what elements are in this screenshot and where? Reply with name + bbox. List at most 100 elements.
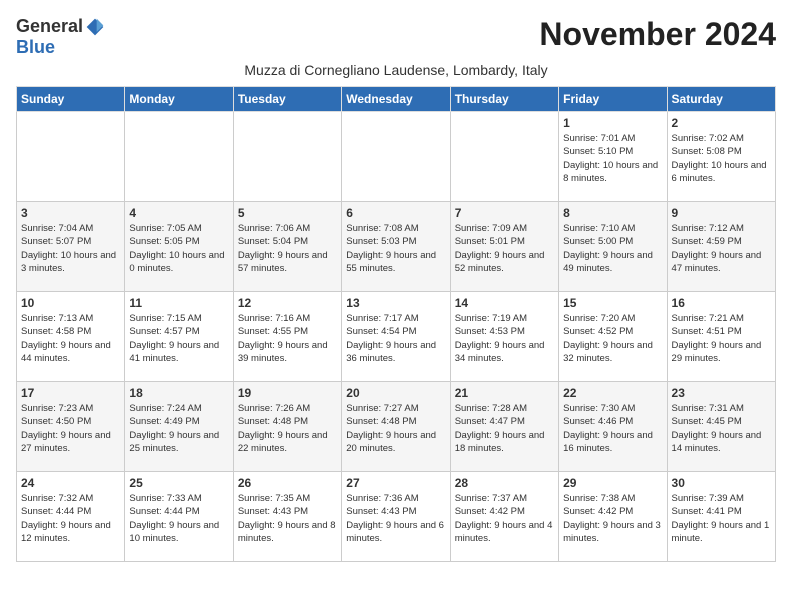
day-number: 12	[238, 296, 337, 310]
day-number: 5	[238, 206, 337, 220]
calendar-cell	[125, 112, 233, 202]
day-info: Sunrise: 7:31 AM Sunset: 4:45 PM Dayligh…	[672, 402, 771, 455]
day-number: 24	[21, 476, 120, 490]
header: General Blue November 2024	[16, 16, 776, 58]
calendar-cell: 13 Sunrise: 7:17 AM Sunset: 4:54 PM Dayli…	[342, 292, 450, 382]
calendar-cell: 25Sunrise: 7:33 AM Sunset: 4:44 PM Dayli…	[125, 472, 233, 562]
day-info: Sunrise: 7:39 AM Sunset: 4:41 PM Dayligh…	[672, 492, 771, 545]
calendar-cell: 5 Sunrise: 7:06 AM Sunset: 5:04 PM Daylig…	[233, 202, 341, 292]
calendar-week-5: 24 Sunrise: 7:32 AM Sunset: 4:44 PM Dayli…	[17, 472, 776, 562]
calendar-cell: 8 Sunrise: 7:10 AM Sunset: 5:00 PM Daylig…	[559, 202, 667, 292]
day-number: 16	[672, 296, 771, 310]
day-info: Sunrise: 7:35 AM Sunset: 4:43 PM Dayligh…	[238, 492, 337, 545]
calendar-cell: 15Sunrise: 7:20 AM Sunset: 4:52 PM Dayli…	[559, 292, 667, 382]
day-number: 2	[672, 116, 771, 130]
day-number: 7	[455, 206, 554, 220]
day-header-sunday: Sunday	[17, 87, 125, 112]
month-title: November 2024	[539, 16, 776, 53]
day-header-saturday: Saturday	[667, 87, 775, 112]
calendar-cell: 19 Sunrise: 7:26 AM Sunset: 4:48 PM Dayli…	[233, 382, 341, 472]
day-info: Sunrise: 7:37 AM Sunset: 4:42 PM Dayligh…	[455, 492, 554, 545]
day-info: Sunrise: 7:13 AM Sunset: 4:58 PM Dayligh…	[21, 312, 120, 365]
calendar-cell: 2Sunrise: 7:02 AM Sunset: 5:08 PM Daylig…	[667, 112, 775, 202]
day-info: Sunrise: 7:27 AM Sunset: 4:48 PM Dayligh…	[346, 402, 445, 455]
day-number: 29	[563, 476, 662, 490]
calendar-cell: 29 Sunrise: 7:38 AM Sunset: 4:42 PM Dayli…	[559, 472, 667, 562]
day-info: Sunrise: 7:33 AM Sunset: 4:44 PM Dayligh…	[129, 492, 228, 545]
day-info: Sunrise: 7:24 AM Sunset: 4:49 PM Dayligh…	[129, 402, 228, 455]
day-number: 9	[672, 206, 771, 220]
day-header-tuesday: Tuesday	[233, 87, 341, 112]
day-number: 27	[346, 476, 445, 490]
day-info: Sunrise: 7:38 AM Sunset: 4:42 PM Dayligh…	[563, 492, 662, 545]
day-info: Sunrise: 7:30 AM Sunset: 4:46 PM Dayligh…	[563, 402, 662, 455]
calendar-cell: 10 Sunrise: 7:13 AM Sunset: 4:58 PM Dayli…	[17, 292, 125, 382]
calendar-cell	[17, 112, 125, 202]
day-number: 21	[455, 386, 554, 400]
calendar-cell: 1 Sunrise: 7:01 AM Sunset: 5:10 PM Daylig…	[559, 112, 667, 202]
calendar-cell: 24 Sunrise: 7:32 AM Sunset: 4:44 PM Dayli…	[17, 472, 125, 562]
calendar-cell: 22Sunrise: 7:30 AM Sunset: 4:46 PM Dayli…	[559, 382, 667, 472]
calendar-cell: 28 Sunrise: 7:37 AM Sunset: 4:42 PM Dayli…	[450, 472, 558, 562]
day-number: 13	[346, 296, 445, 310]
day-info: Sunrise: 7:06 AM Sunset: 5:04 PM Dayligh…	[238, 222, 337, 275]
logo-blue: Blue	[16, 37, 55, 58]
day-info: Sunrise: 7:19 AM Sunset: 4:53 PM Dayligh…	[455, 312, 554, 365]
day-number: 28	[455, 476, 554, 490]
calendar-cell	[233, 112, 341, 202]
day-header-monday: Monday	[125, 87, 233, 112]
logo-icon	[85, 17, 105, 37]
day-header-thursday: Thursday	[450, 87, 558, 112]
calendar-cell	[450, 112, 558, 202]
calendar-cell: 16 Sunrise: 7:21 AM Sunset: 4:51 PM Dayli…	[667, 292, 775, 382]
day-number: 30	[672, 476, 771, 490]
day-info: Sunrise: 7:32 AM Sunset: 4:44 PM Dayligh…	[21, 492, 120, 545]
calendar-table: SundayMondayTuesdayWednesdayThursdayFrid…	[16, 86, 776, 562]
calendar-cell: 6Sunrise: 7:08 AM Sunset: 5:03 PM Daylig…	[342, 202, 450, 292]
calendar-cell: 30 Sunrise: 7:39 AM Sunset: 4:41 PM Dayli…	[667, 472, 775, 562]
day-number: 3	[21, 206, 120, 220]
day-info: Sunrise: 7:08 AM Sunset: 5:03 PM Dayligh…	[346, 222, 445, 275]
day-number: 1	[563, 116, 662, 130]
calendar-cell: 21Sunrise: 7:28 AM Sunset: 4:47 PM Dayli…	[450, 382, 558, 472]
day-info: Sunrise: 7:10 AM Sunset: 5:00 PM Dayligh…	[563, 222, 662, 275]
calendar-cell: 3Sunrise: 7:04 AM Sunset: 5:07 PM Daylig…	[17, 202, 125, 292]
day-number: 23	[672, 386, 771, 400]
day-number: 10	[21, 296, 120, 310]
day-number: 20	[346, 386, 445, 400]
day-info: Sunrise: 7:23 AM Sunset: 4:50 PM Dayligh…	[21, 402, 120, 455]
calendar-week-2: 3Sunrise: 7:04 AM Sunset: 5:07 PM Daylig…	[17, 202, 776, 292]
calendar-cell: 14 Sunrise: 7:19 AM Sunset: 4:53 PM Dayli…	[450, 292, 558, 382]
day-header-wednesday: Wednesday	[342, 87, 450, 112]
calendar-cell: 7 Sunrise: 7:09 AM Sunset: 5:01 PM Daylig…	[450, 202, 558, 292]
day-number: 19	[238, 386, 337, 400]
calendar-cell: 4 Sunrise: 7:05 AM Sunset: 5:05 PM Daylig…	[125, 202, 233, 292]
calendar-week-4: 17 Sunrise: 7:23 AM Sunset: 4:50 PM Dayli…	[17, 382, 776, 472]
day-info: Sunrise: 7:01 AM Sunset: 5:10 PM Dayligh…	[563, 132, 662, 185]
calendar-cell: 23 Sunrise: 7:31 AM Sunset: 4:45 PM Dayli…	[667, 382, 775, 472]
day-info: Sunrise: 7:09 AM Sunset: 5:01 PM Dayligh…	[455, 222, 554, 275]
day-number: 15	[563, 296, 662, 310]
day-number: 8	[563, 206, 662, 220]
day-info: Sunrise: 7:05 AM Sunset: 5:05 PM Dayligh…	[129, 222, 228, 275]
day-info: Sunrise: 7:21 AM Sunset: 4:51 PM Dayligh…	[672, 312, 771, 365]
calendar-cell	[342, 112, 450, 202]
day-header-friday: Friday	[559, 87, 667, 112]
calendar-header-row: SundayMondayTuesdayWednesdayThursdayFrid…	[17, 87, 776, 112]
calendar-week-1: 1 Sunrise: 7:01 AM Sunset: 5:10 PM Daylig…	[17, 112, 776, 202]
logo: General Blue	[16, 16, 105, 58]
day-info: Sunrise: 7:26 AM Sunset: 4:48 PM Dayligh…	[238, 402, 337, 455]
day-number: 17	[21, 386, 120, 400]
day-info: Sunrise: 7:16 AM Sunset: 4:55 PM Dayligh…	[238, 312, 337, 365]
day-info: Sunrise: 7:17 AM Sunset: 4:54 PM Dayligh…	[346, 312, 445, 365]
day-number: 14	[455, 296, 554, 310]
day-number: 4	[129, 206, 228, 220]
logo-general: General	[16, 16, 83, 37]
calendar-body: 1 Sunrise: 7:01 AM Sunset: 5:10 PM Daylig…	[17, 112, 776, 562]
calendar-cell: 9Sunrise: 7:12 AM Sunset: 4:59 PM Daylig…	[667, 202, 775, 292]
calendar-cell: 18 Sunrise: 7:24 AM Sunset: 4:49 PM Dayli…	[125, 382, 233, 472]
calendar-cell: 20 Sunrise: 7:27 AM Sunset: 4:48 PM Dayli…	[342, 382, 450, 472]
day-info: Sunrise: 7:15 AM Sunset: 4:57 PM Dayligh…	[129, 312, 228, 365]
day-number: 18	[129, 386, 228, 400]
calendar-cell: 26Sunrise: 7:35 AM Sunset: 4:43 PM Dayli…	[233, 472, 341, 562]
